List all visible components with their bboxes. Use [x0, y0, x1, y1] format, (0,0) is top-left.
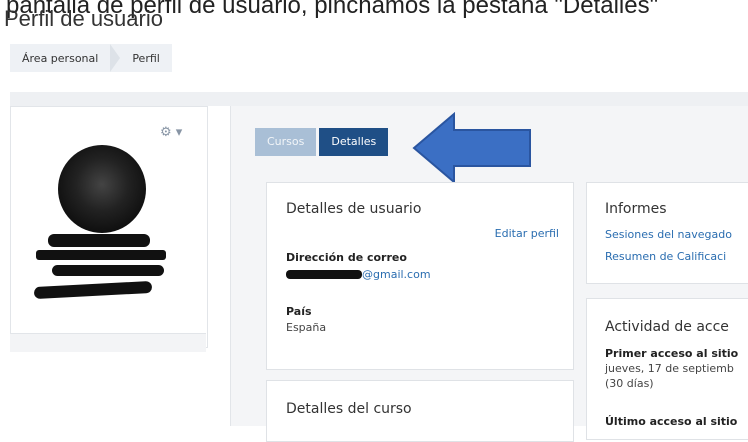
- email-suffix[interactable]: @gmail.com: [362, 268, 431, 281]
- card-title: Actividad de acce: [605, 319, 729, 335]
- page-title: Perfil de usuario: [4, 8, 163, 30]
- tab-detalles[interactable]: Detalles: [319, 128, 389, 156]
- tab-cursos[interactable]: Cursos: [255, 128, 317, 156]
- pointer-arrow-icon: [412, 112, 531, 184]
- course-details-card: Detalles del curso: [266, 380, 574, 442]
- card-title: Informes: [605, 201, 667, 217]
- last-access-label: Último acceso al sitio: [605, 415, 738, 428]
- breadcrumb-item-perfil[interactable]: Perfil: [120, 44, 172, 72]
- country-label: País: [286, 305, 312, 318]
- breadcrumb-label: Perfil: [132, 51, 160, 65]
- first-access-label: Primer acceso al sitio: [605, 347, 739, 360]
- profile-card-footer: [10, 333, 206, 352]
- redacted-name-2: [36, 250, 166, 260]
- avatar: [58, 145, 146, 233]
- redacted-name-3: [52, 265, 164, 276]
- breadcrumb-separator-icon: [110, 44, 121, 72]
- breadcrumb-label: Área personal: [22, 51, 99, 65]
- country-value: España: [286, 321, 327, 334]
- email-value: @gmail.com: [286, 268, 431, 281]
- redacted-name-1: [48, 234, 150, 247]
- reports-card: Informes Sesiones del navegado Resumen d…: [586, 182, 748, 284]
- profile-tabs: Cursos Detalles: [255, 128, 389, 156]
- card-title: Detalles de usuario: [286, 201, 422, 217]
- redacted-email: [286, 270, 362, 279]
- breadcrumb-item-area-personal[interactable]: Área personal: [10, 44, 110, 72]
- user-details-card: Detalles de usuario Editar perfil Direcc…: [266, 182, 574, 370]
- email-label: Dirección de correo: [286, 251, 407, 264]
- breadcrumb: Área personal Perfil: [10, 44, 172, 72]
- content-top-divider: [10, 92, 748, 106]
- gear-icon[interactable]: ⚙ ▾: [160, 125, 182, 140]
- edit-profile-link[interactable]: Editar perfil: [495, 227, 559, 240]
- card-title: Detalles del curso: [286, 401, 412, 417]
- first-access-value: jueves, 17 de septiemb: [605, 362, 734, 375]
- report-link-sessions[interactable]: Sesiones del navegado: [605, 228, 732, 241]
- report-link-grades[interactable]: Resumen de Calificaci: [605, 250, 726, 263]
- activity-card: Actividad de acce Primer acceso al sitio…: [586, 298, 748, 440]
- first-access-ago: (30 días): [605, 377, 654, 390]
